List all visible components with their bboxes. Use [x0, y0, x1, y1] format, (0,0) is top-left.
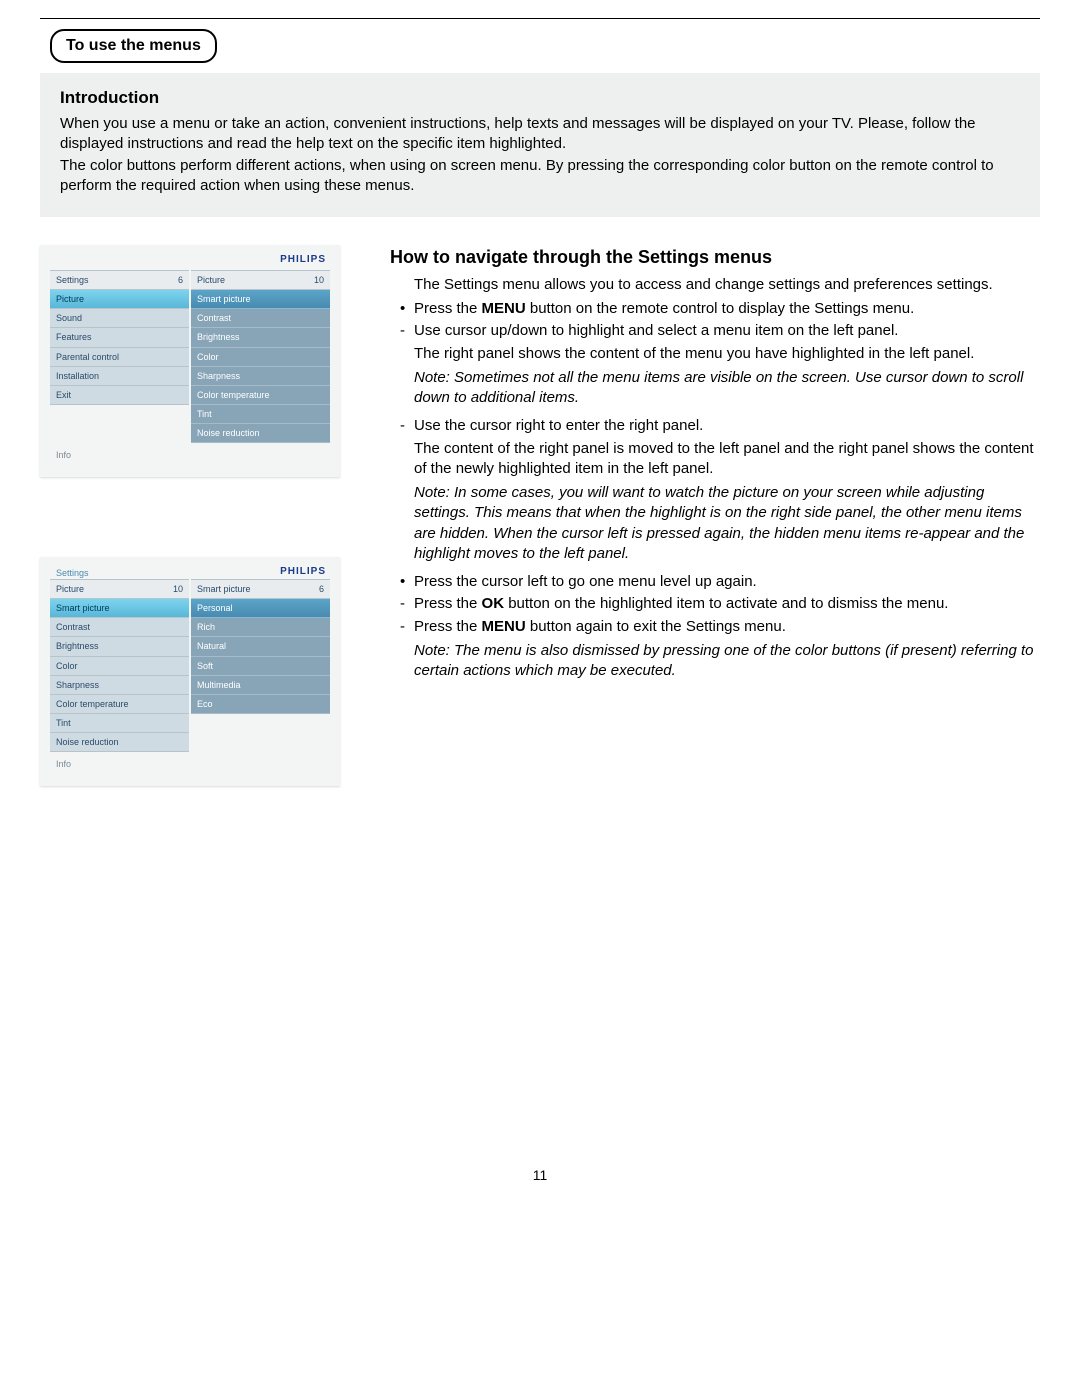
- menu2-right-header: Smart picture 6: [191, 579, 330, 599]
- howto-cont-2: The content of the right panel is moved …: [390, 439, 1040, 480]
- screenshots-column: PHILIPS Settings 6 Picture Sound Feature…: [40, 245, 340, 867]
- howto-cont-1: The right panel shows the content of the…: [390, 344, 1040, 364]
- menu2-left-item-3: Color: [50, 657, 189, 676]
- menu2-left-item-1: Contrast: [50, 618, 189, 637]
- introduction-para-1: When you use a menu or take an action, c…: [60, 114, 1020, 155]
- menu1-right-header: Picture 10: [191, 270, 330, 290]
- menu1-left-item-4: Installation: [50, 367, 189, 386]
- howto-bullet-2: Press the cursor left to go one menu lev…: [390, 572, 1040, 592]
- manual-page: To use the menus Introduction When you u…: [0, 18, 1080, 1225]
- menu2-left-item-2: Brightness: [50, 637, 189, 656]
- brand-logo: PHILIPS: [280, 565, 330, 579]
- menu1-right-item-1: Contrast: [191, 309, 330, 328]
- menu2-right-item-3: Soft: [191, 657, 330, 676]
- howto-dash-2: Use the cursor right to enter the right …: [390, 416, 1040, 436]
- menu1-left-item-2: Features: [50, 328, 189, 347]
- menu1-right-item-2: Brightness: [191, 328, 330, 347]
- howto-dash-4: Press the MENU button again to exit the …: [390, 617, 1040, 637]
- introduction-box: Introduction When you use a menu or take…: [40, 73, 1040, 217]
- howto-heading: How to navigate through the Settings men…: [390, 245, 1040, 269]
- menu-screenshot-2: Settings PHILIPS Picture 10 Smart pictur…: [40, 557, 340, 786]
- menu2-breadcrumb: Settings: [50, 567, 89, 579]
- menu2-left-item-6: Tint: [50, 714, 189, 733]
- howto-note-3: Note: The menu is also dismissed by pres…: [390, 641, 1040, 682]
- menu1-info-label: Info: [50, 443, 330, 461]
- howto-dash-1: Use cursor up/down to highlight and sele…: [390, 321, 1040, 341]
- menu2-left-item-0: Smart picture: [50, 599, 189, 618]
- brand-logo: PHILIPS: [50, 253, 330, 271]
- menu1-right-item-0: Smart picture: [191, 290, 330, 309]
- menu1-right-item-3: Color: [191, 348, 330, 367]
- menu1-right-item-5: Color temperature: [191, 386, 330, 405]
- introduction-heading: Introduction: [60, 87, 1020, 110]
- top-rule: [40, 18, 1040, 19]
- menu2-left-item-4: Sharpness: [50, 676, 189, 695]
- menu1-left-item-3: Parental control: [50, 348, 189, 367]
- menu2-right-item-0: Personal: [191, 599, 330, 618]
- menu1-right-item-4: Sharpness: [191, 367, 330, 386]
- menu2-right-item-2: Natural: [191, 637, 330, 656]
- menu2-right-item-1: Rich: [191, 618, 330, 637]
- menu2-info-label: Info: [50, 752, 330, 770]
- howto-lead: The Settings menu allows you to access a…: [390, 275, 1040, 295]
- instructions-column: How to navigate through the Settings men…: [390, 245, 1040, 867]
- menu1-right-item-6: Tint: [191, 405, 330, 424]
- menu2-right-item-5: Eco: [191, 695, 330, 714]
- menu2-left-item-5: Color temperature: [50, 695, 189, 714]
- howto-note-1: Note: Sometimes not all the menu items a…: [390, 368, 1040, 409]
- menu-screenshot-1: PHILIPS Settings 6 Picture Sound Feature…: [40, 245, 340, 478]
- main-content-row: PHILIPS Settings 6 Picture Sound Feature…: [40, 245, 1040, 867]
- menu2-left-item-7: Noise reduction: [50, 733, 189, 752]
- menu1-left-item-0: Picture: [50, 290, 189, 309]
- menu2-right-item-4: Multimedia: [191, 676, 330, 695]
- howto-bullet-1: Press the MENU button on the remote cont…: [390, 299, 1040, 319]
- menu1-left-item-5: Exit: [50, 386, 189, 405]
- howto-note-2: Note: In some cases, you will want to wa…: [390, 483, 1040, 564]
- menu1-right-item-7: Noise reduction: [191, 424, 330, 443]
- section-title-pill: To use the menus: [50, 29, 217, 63]
- menu1-left-header: Settings 6: [50, 270, 189, 290]
- howto-dash-3: Press the OK button on the highlighted i…: [390, 594, 1040, 614]
- menu1-left-item-1: Sound: [50, 309, 189, 328]
- introduction-para-2: The color buttons perform different acti…: [60, 156, 1020, 197]
- menu2-left-header: Picture 10: [50, 579, 189, 599]
- page-number: 11: [40, 1166, 1040, 1185]
